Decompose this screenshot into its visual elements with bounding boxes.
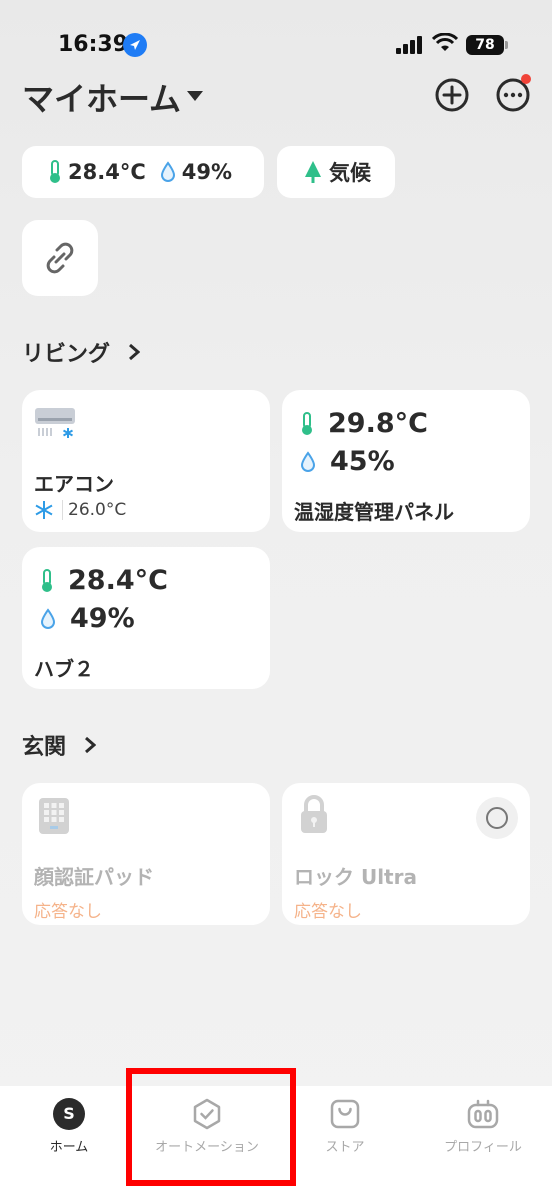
panel-humidity: 45%: [330, 446, 395, 477]
device-card-face-pad[interactable]: 顔認証パッド 応答なし: [22, 783, 270, 925]
home-title[interactable]: マイホーム: [22, 74, 181, 120]
face-pad-status: 応答なし: [34, 902, 102, 922]
chip-temperature: 28.4°C: [68, 160, 146, 184]
tab-store[interactable]: ストア: [276, 1086, 414, 1200]
tab-store-label: ストア: [325, 1140, 365, 1155]
lock-icon: [301, 795, 327, 833]
tab-profile[interactable]: プロフィール: [414, 1086, 552, 1200]
hub-temperature-row: 28.4°C: [40, 565, 168, 596]
lock-toggle-button[interactable]: [476, 797, 518, 839]
battery-cap: [505, 41, 508, 49]
status-time: 16:39: [58, 32, 129, 57]
section-living-title: リビング: [22, 342, 111, 367]
link-tile[interactable]: [22, 220, 98, 296]
panel-humidity-row: 45%: [300, 446, 395, 477]
chevron-right-icon: [84, 736, 96, 754]
tab-home-label: ホーム: [49, 1140, 89, 1155]
hub-temperature: 28.4°C: [68, 565, 168, 596]
status-bar: 16:39 78: [0, 0, 552, 80]
section-entrance-title: 玄関: [22, 735, 67, 760]
cellular-signal-icon: [396, 36, 422, 54]
tab-home[interactable]: S ホーム: [0, 1086, 138, 1200]
device-card-hub[interactable]: 28.4°C 49% ハブ２: [22, 547, 270, 689]
aircon-name: エアコン: [34, 472, 114, 496]
weather-label: 気候: [329, 161, 371, 185]
section-entrance-header[interactable]: 玄関: [22, 729, 96, 761]
thermometer-icon: [302, 411, 312, 435]
water-drop-icon: [40, 607, 56, 629]
aircon-setpoint: 26.0°C: [68, 500, 127, 520]
thermometer-icon: [42, 568, 52, 592]
keypad-icon: [39, 798, 69, 834]
wifi-icon: [432, 33, 458, 51]
chip-humidity: 49%: [181, 160, 232, 184]
highlight-box: [126, 1068, 296, 1186]
lock-name: ロック Ultra: [294, 865, 417, 889]
robot-face-icon: [467, 1099, 499, 1129]
tree-icon: [305, 161, 321, 183]
section-living-header[interactable]: リビング: [22, 336, 140, 368]
panel-temperature: 29.8°C: [328, 408, 428, 439]
battery-indicator: 78: [466, 35, 504, 55]
panel-name: 温湿度管理パネル: [294, 500, 454, 524]
weather-chip[interactable]: 気候: [277, 146, 395, 198]
broken-link-icon: [46, 242, 74, 274]
water-drop-icon: [160, 161, 175, 182]
panel-temperature-row: 29.8°C: [300, 408, 428, 439]
lock-status: 応答なし: [294, 902, 362, 922]
hub-humidity: 49%: [70, 603, 135, 634]
environment-chip[interactable]: 28.4°C 49%: [22, 146, 264, 198]
hub-name: ハブ２: [34, 657, 94, 681]
divider: [62, 500, 63, 520]
water-drop-icon: [300, 450, 316, 472]
thermometer-icon: [50, 160, 60, 183]
face-pad-name: 顔認証パッド: [34, 865, 154, 889]
location-arrow-icon: [123, 33, 147, 57]
shopping-bag-icon: [330, 1099, 360, 1129]
device-card-lock[interactable]: ロック Ultra 応答なし: [282, 783, 530, 925]
chevron-down-icon[interactable]: [187, 91, 203, 101]
add-button[interactable]: [435, 78, 469, 112]
device-card-thermo-panel[interactable]: 29.8°C 45% 温湿度管理パネル: [282, 390, 530, 532]
device-card-aircon[interactable]: エアコン 26.0°C: [22, 390, 270, 532]
tab-profile-label: プロフィール: [444, 1140, 522, 1155]
hub-humidity-row: 49%: [40, 603, 135, 634]
notification-dot: [521, 74, 531, 84]
air-conditioner-icon: [35, 408, 75, 438]
chevron-right-icon: [128, 343, 140, 361]
snowflake-icon: [35, 501, 53, 519]
home-avatar-icon: S: [53, 1098, 85, 1130]
circle-icon: [486, 807, 508, 829]
